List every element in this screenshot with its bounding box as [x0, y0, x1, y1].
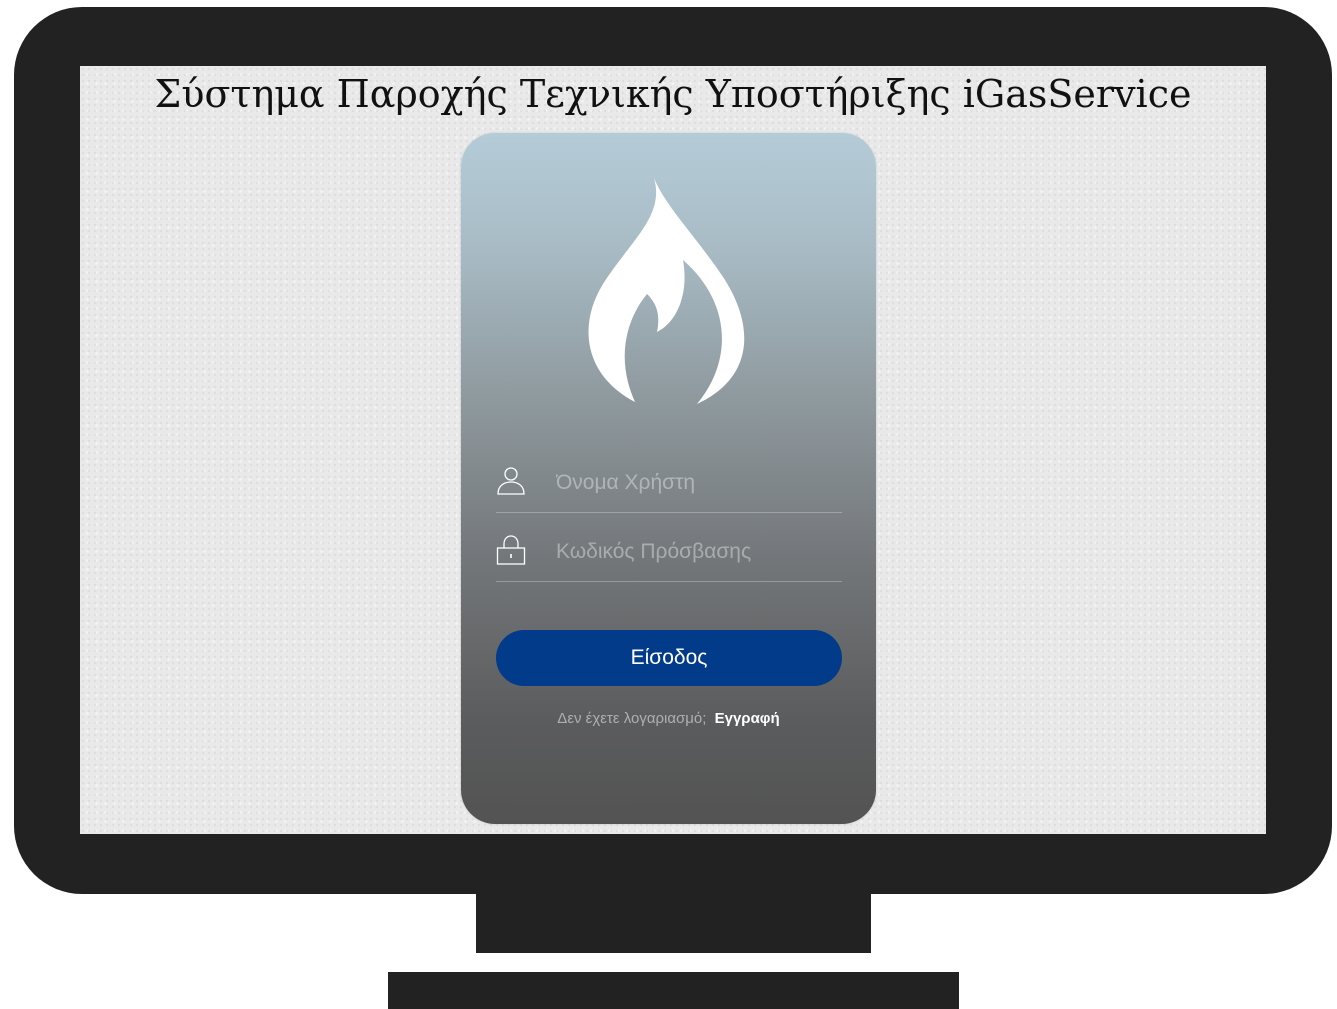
login-button[interactable]: Είσοδος [496, 630, 842, 686]
monitor-stand-neck [476, 880, 871, 953]
user-icon [497, 467, 525, 495]
monitor-stand-base [388, 972, 959, 1009]
monitor-screen: Σύστημα Παροχής Τεχνικής Υποστήριξης iGa… [80, 66, 1266, 834]
page-title: Σύστημα Παροχής Τεχνικής Υποστήριξης iGa… [154, 72, 1192, 116]
register-prompt: Δεν έχετε λογαριασμό; [557, 710, 707, 727]
username-row [496, 462, 842, 513]
username-input[interactable] [556, 468, 836, 498]
password-row [496, 531, 842, 582]
register-row: Δεν έχετε λογαριασμό; Εγγραφή [461, 709, 876, 729]
register-link[interactable]: Εγγραφή [715, 710, 780, 727]
password-input[interactable] [556, 537, 836, 567]
lock-icon [496, 535, 526, 565]
login-card: Είσοδος Δεν έχετε λογαριασμό; Εγγραφή [461, 133, 876, 824]
flame-icon [588, 178, 745, 404]
